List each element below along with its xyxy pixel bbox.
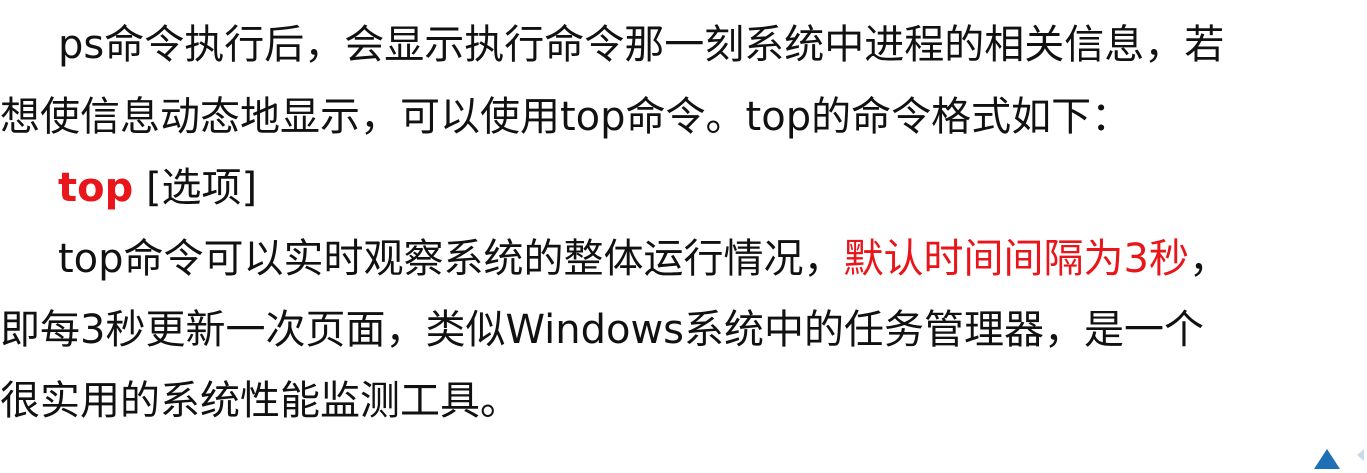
paragraph-2-line-3: 很实用的系统性能监测工具。	[0, 378, 520, 424]
paragraph-2-line-1-end: ，	[1189, 236, 1229, 282]
document-page: ps命令执行后，会显示执行命令那一刻系统中进程的相关信息，若 想使信息动态地显示…	[0, 0, 1367, 469]
triangle-up-icon	[1314, 449, 1364, 469]
paragraph-2-line-1: top命令可以实时观察系统的整体运行情况，默认时间间隔为3秒，	[58, 230, 1229, 288]
command-syntax: top [选项]	[58, 159, 257, 217]
paragraph-2-line-1-text: top命令可以实时观察系统的整体运行情况，	[58, 236, 844, 282]
command-name: top	[58, 165, 134, 211]
nav-triangle-up-icon[interactable]	[1308, 443, 1367, 469]
paragraph-2-line-2: 即每3秒更新一次页面，类似Windows系统中的任务管理器，是一个	[0, 307, 1205, 353]
paragraph-1-line-2: 想使信息动态地显示，可以使用top命令。top的命令格式如下：	[0, 94, 1132, 140]
default-interval-highlight: 默认时间间隔为3秒	[843, 236, 1189, 282]
paragraph-1-line-1: ps命令执行后，会显示执行命令那一刻系统中进程的相关信息，若	[58, 22, 1225, 68]
command-option: [选项]	[133, 165, 258, 211]
